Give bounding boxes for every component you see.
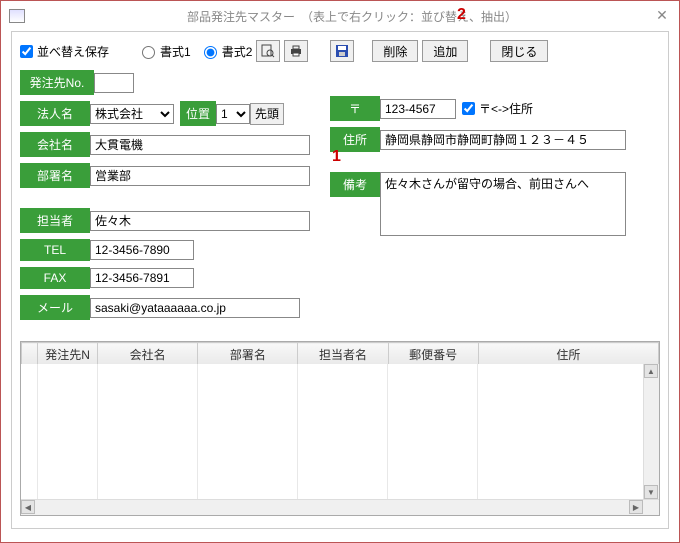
postal-row: 〒 〒<->住所 [330,96,630,121]
toolbar: 並べ替え保存 書式1 書式2 削除 追加 閉じる [20,40,660,62]
contact-row: 担当者 [20,208,320,233]
scroll-up-icon[interactable]: ▲ [644,364,658,378]
supplier-no-label: 発注先No. [20,70,94,95]
table-row[interactable] [21,382,643,400]
scroll-right-icon[interactable]: ▶ [629,500,643,514]
remarks-row: 備考 佐々木さんが留守の場合、前田さんへ [330,172,630,236]
remarks-label: 備考 [330,172,380,197]
mail-row: メール [20,295,320,320]
table-row[interactable] [21,400,643,418]
format-radio-group: 書式1 書式2 [137,43,252,60]
fax-input[interactable] [90,268,194,288]
column-header[interactable]: 発注先N [38,343,98,367]
company-input[interactable] [90,135,310,155]
remarks-input[interactable]: 佐々木さんが留守の場合、前田さんへ [380,172,626,236]
print-button[interactable] [284,40,308,62]
right-column: 〒 〒<->住所 住所 備考 佐々木さんが留守の場合、前田さんへ [330,96,630,320]
postal-addr-checkbox[interactable]: 〒<->住所 [462,100,533,117]
contact-label: 担当者 [20,208,90,233]
column-header[interactable]: 郵便番号 [388,343,478,367]
marker-2: 2 [457,6,466,24]
column-header[interactable]: 会社名 [98,343,198,367]
position-head-button[interactable]: 先頭 [250,103,284,125]
data-grid[interactable]: 発注先N会社名部署名担当者名郵便番号住所 ▲ ▼ ◀ ▶ [20,341,660,516]
position-label: 位置 [180,101,216,126]
left-column: 発注先No. 法人名 株式会社 位置 1 先頭 会社名 部署名 [20,70,320,320]
close-icon[interactable]: ✕ [653,7,671,25]
sort-save-checkbox[interactable]: 並べ替え保存 [20,43,109,60]
postal-addr-check-label: 〒<->住所 [479,100,533,117]
mail-label: メール [20,295,90,320]
tel-input[interactable] [90,240,194,260]
marker-1: 1 [332,148,341,166]
department-row: 部署名 [20,163,320,188]
scroll-down-icon[interactable]: ▼ [644,485,658,499]
tel-label: TEL [20,239,90,261]
format2-radio[interactable]: 書式2 [199,43,253,60]
magnifier-icon [261,44,275,58]
app-icon [9,9,25,23]
close-button[interactable]: 閉じる [490,40,548,62]
grid-body[interactable] [21,364,643,499]
postal-addr-check-input[interactable] [462,102,475,115]
delete-button[interactable]: 削除 [372,40,418,62]
scroll-left-icon[interactable]: ◀ [21,500,35,514]
vertical-scrollbar[interactable]: ▲ ▼ [643,364,659,499]
floppy-icon [335,44,349,58]
table-row[interactable] [21,436,643,454]
fax-row: FAX [20,267,320,289]
horizontal-scrollbar[interactable]: ◀ ▶ [21,499,659,515]
column-header[interactable]: 住所 [478,343,658,367]
supplier-no-input[interactable] [94,73,134,93]
save-button[interactable] [330,40,354,62]
postal-label: 〒 [330,96,380,121]
form-area: 発注先No. 法人名 株式会社 位置 1 先頭 会社名 部署名 [20,70,660,320]
department-input[interactable] [90,166,310,186]
add-button[interactable]: 追加 [422,40,468,62]
table-row[interactable] [21,418,643,436]
preview-button[interactable] [256,40,280,62]
table-row[interactable] [21,490,643,499]
table-row[interactable] [21,364,643,382]
column-header[interactable]: 部署名 [198,343,298,367]
corp-type-select[interactable]: 株式会社 [90,104,174,124]
department-label: 部署名 [20,163,90,188]
sort-save-check-input[interactable] [20,45,33,58]
fax-label: FAX [20,267,90,289]
contact-input[interactable] [90,211,310,231]
table-row[interactable] [21,472,643,490]
app-window: 部品発注先マスター （表上で右クリック：並び替え、抽出） ✕ 2 並べ替え保存 … [0,0,680,543]
titlebar: 部品発注先マスター （表上で右クリック：並び替え、抽出） ✕ [1,1,679,31]
corp-type-row: 法人名 株式会社 位置 1 先頭 [20,101,320,126]
position-select[interactable]: 1 [216,104,250,124]
company-row: 会社名 [20,132,320,157]
supplier-no-row: 発注先No. [20,70,320,95]
sort-save-label: 並べ替え保存 [37,43,109,60]
table-row[interactable] [21,454,643,472]
format1-radio[interactable]: 書式1 [137,43,191,60]
tel-row: TEL [20,239,320,261]
postal-input[interactable] [380,99,456,119]
corp-type-label: 法人名 [20,101,90,126]
company-label: 会社名 [20,132,90,157]
column-header[interactable]: 担当者名 [298,343,388,367]
mail-input[interactable] [90,298,300,318]
window-body: 並べ替え保存 書式1 書式2 削除 追加 閉じる 1 発注先No. [11,31,669,529]
row-selector-column[interactable] [22,343,38,367]
address-input[interactable] [380,130,626,150]
address-row: 住所 [330,127,630,152]
window-title: 部品発注先マスター （表上で右クリック：並び替え、抽出） [33,8,671,25]
printer-icon [289,44,303,58]
